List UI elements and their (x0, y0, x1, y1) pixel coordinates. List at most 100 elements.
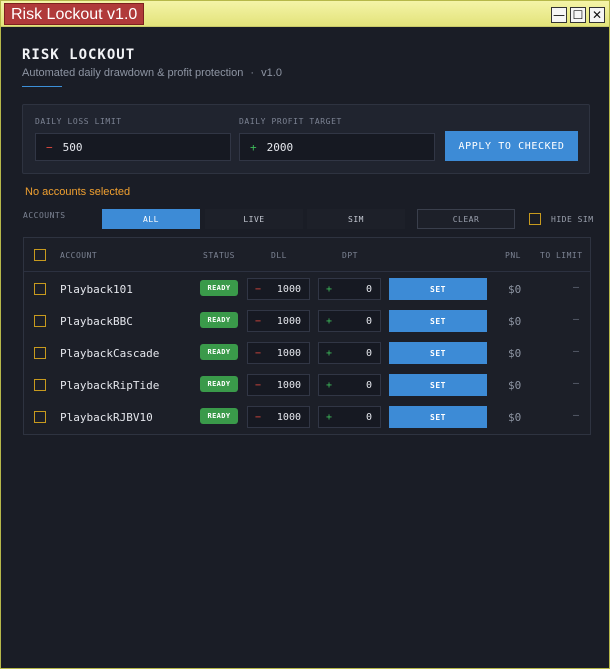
pnl-value: $0 (508, 315, 522, 328)
selection-status-message: No accounts selected (25, 186, 131, 198)
dll-input[interactable]: − 1000 (247, 278, 310, 300)
row-checkbox[interactable] (34, 411, 46, 423)
status-badge: READY (200, 408, 238, 424)
minus-icon: − (255, 283, 262, 295)
app-window: Risk Lockout v1.0 — ☐ ✕ RISK LOCKOUT Aut… (0, 0, 610, 669)
to-limit-value: – (573, 410, 580, 421)
plus-icon: + (326, 283, 333, 295)
dll-input[interactable]: − 1000 (247, 310, 310, 332)
set-button[interactable]: SET (389, 310, 487, 332)
plus-icon: + (326, 411, 333, 423)
minus-icon: − (255, 315, 262, 327)
dll-value[interactable]: 1000 (277, 412, 301, 423)
hide-sim-toggle[interactable]: HIDE SIM (529, 213, 594, 225)
account-name: PlaybackRipTide (60, 379, 160, 392)
apply-to-checked-button[interactable]: APPLY TO CHECKED (445, 131, 578, 161)
to-limit-value: – (573, 314, 580, 325)
table-row: PlaybackBBC READY − 1000 + 0 SET $0 – (24, 305, 590, 337)
table-row: PlaybackRipTide READY − 1000 + 0 SET $0 … (24, 369, 590, 401)
main-content: RISK LOCKOUT Automated daily drawdown & … (2, 28, 608, 668)
filter-tab-sim[interactable]: SIM (307, 209, 405, 229)
dpt-value[interactable]: 0 (366, 316, 372, 327)
title-underline (22, 86, 62, 87)
table-row: PlaybackRJBV10 READY − 1000 + 0 SET $0 – (24, 401, 590, 433)
row-checkbox[interactable] (34, 283, 46, 295)
subtitle-separator: · (250, 67, 255, 79)
window-title: Risk Lockout v1.0 (4, 3, 145, 25)
row-checkbox[interactable] (34, 315, 46, 327)
pnl-value: $0 (508, 379, 522, 392)
set-button[interactable]: SET (389, 342, 487, 364)
pnl-value: $0 (508, 283, 522, 296)
account-name: Playback101 (60, 283, 133, 296)
row-checkbox[interactable] (34, 379, 46, 391)
minimize-icon: — (553, 8, 565, 22)
daily-profit-target-field[interactable]: + 2000 (239, 133, 435, 161)
status-badge: READY (200, 312, 238, 328)
account-name: PlaybackBBC (60, 315, 133, 328)
page-title: RISK LOCKOUT (22, 47, 136, 63)
maximize-button[interactable]: ☐ (570, 7, 586, 23)
table-row: Playback101 READY − 1000 + 0 SET $0 – (24, 273, 590, 305)
minus-icon: − (255, 411, 262, 423)
pnl-value: $0 (508, 411, 522, 424)
status-badge: READY (200, 344, 238, 360)
column-header-status: STATUS (203, 251, 235, 260)
daily-loss-limit-label: DAILY LOSS LIMIT (35, 117, 122, 126)
plus-icon: + (250, 140, 257, 154)
minimize-button[interactable]: — (551, 7, 567, 23)
plus-icon: + (326, 347, 333, 359)
close-icon: ✕ (591, 8, 603, 22)
dpt-value[interactable]: 0 (366, 348, 372, 359)
dpt-input[interactable]: + 0 (318, 278, 381, 300)
dpt-input[interactable]: + 0 (318, 342, 381, 364)
dpt-input[interactable]: + 0 (318, 310, 381, 332)
column-header-dpt: DPT (342, 251, 358, 260)
daily-loss-limit-field[interactable]: − 500 (35, 133, 231, 161)
page-subtitle: Automated daily drawdown & profit protec… (22, 67, 282, 79)
accounts-table: ACCOUNT STATUS DLL DPT PNL TO LIMIT Play… (23, 237, 591, 435)
to-limit-value: – (573, 346, 580, 357)
dpt-value[interactable]: 0 (366, 284, 372, 295)
maximize-icon: ☐ (572, 8, 584, 22)
set-button[interactable]: SET (389, 278, 487, 300)
title-bar[interactable]: Risk Lockout v1.0 — ☐ ✕ (1, 1, 609, 27)
hide-sim-checkbox[interactable] (529, 213, 541, 225)
table-header: ACCOUNT STATUS DLL DPT PNL TO LIMIT (24, 238, 590, 272)
dpt-input[interactable]: + 0 (318, 374, 381, 396)
dll-value[interactable]: 1000 (277, 316, 301, 327)
row-checkbox[interactable] (34, 347, 46, 359)
close-button[interactable]: ✕ (589, 7, 605, 23)
to-limit-value: – (573, 282, 580, 293)
daily-profit-target-value[interactable]: 2000 (267, 141, 294, 154)
dll-input[interactable]: − 1000 (247, 374, 310, 396)
set-button[interactable]: SET (389, 406, 487, 428)
filter-tab-live[interactable]: LIVE (205, 209, 303, 229)
accounts-filter-label: ACCOUNTS (23, 211, 66, 220)
dll-input[interactable]: − 1000 (247, 406, 310, 428)
to-limit-value: – (573, 378, 580, 389)
column-header-pnl: PNL (505, 251, 521, 260)
plus-icon: + (326, 379, 333, 391)
dll-input[interactable]: − 1000 (247, 342, 310, 364)
dpt-value[interactable]: 0 (366, 412, 372, 423)
limits-panel: DAILY LOSS LIMIT − 500 DAILY PROFIT TARG… (22, 104, 590, 174)
version-label: v1.0 (261, 67, 282, 79)
dll-value[interactable]: 1000 (277, 348, 301, 359)
account-name: PlaybackRJBV10 (60, 411, 153, 424)
minus-icon: − (255, 379, 262, 391)
filter-tab-all[interactable]: ALL (102, 209, 200, 229)
dll-value[interactable]: 1000 (277, 380, 301, 391)
dll-value[interactable]: 1000 (277, 284, 301, 295)
select-all-checkbox[interactable] (34, 249, 46, 261)
set-button[interactable]: SET (389, 374, 487, 396)
column-header-account: ACCOUNT (60, 251, 98, 260)
subtitle-text: Automated daily drawdown & profit protec… (22, 67, 244, 79)
status-badge: READY (200, 280, 238, 296)
daily-loss-limit-value[interactable]: 500 (63, 141, 83, 154)
hide-sim-label: HIDE SIM (551, 214, 594, 224)
column-header-dll: DLL (271, 251, 287, 260)
dpt-input[interactable]: + 0 (318, 406, 381, 428)
clear-button[interactable]: CLEAR (417, 209, 515, 229)
dpt-value[interactable]: 0 (366, 380, 372, 391)
